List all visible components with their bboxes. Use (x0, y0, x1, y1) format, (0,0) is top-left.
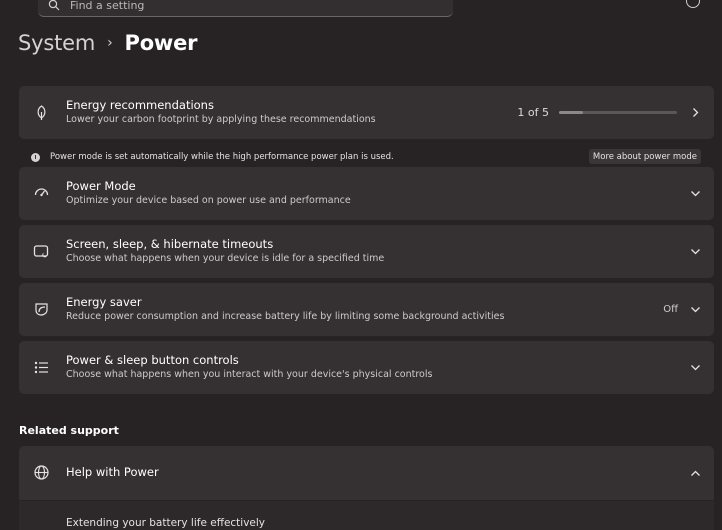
chevron-down-icon[interactable] (690, 246, 701, 257)
recommendations-progress-bar (559, 111, 677, 114)
screen-sleep-description: Choose what happens when your device is … (66, 253, 385, 264)
energy-recommendations-card[interactable]: Energy recommendations Lower your carbon… (19, 86, 714, 139)
page-title: Power (124, 31, 198, 55)
power-mode-card[interactable]: Power Mode Optimize your device based on… (19, 167, 714, 220)
button-controls-title: Power & sleep button controls (66, 353, 239, 367)
help-with-power-content: Extending your battery life effectively (19, 501, 714, 530)
list-icon (34, 361, 48, 374)
related-support-heading: Related support (19, 424, 119, 437)
search-input[interactable] (70, 0, 400, 12)
info-message: Power mode is set automatically while th… (50, 152, 394, 162)
energy-saver-card[interactable]: Energy saver Reduce power consumption an… (19, 283, 714, 336)
button-controls-card[interactable]: Power & sleep button controls Choose wha… (19, 341, 714, 394)
globe-icon (34, 465, 49, 480)
energy-saver-title: Energy saver (66, 295, 142, 309)
breadcrumb-separator: › (107, 35, 113, 51)
power-mode-title: Power Mode (66, 179, 136, 193)
recommendations-progress-fill (559, 111, 583, 114)
button-controls-description: Choose what happens when you interact wi… (66, 369, 433, 380)
info-icon (31, 152, 40, 162)
search-box[interactable] (38, 0, 453, 17)
account-icon[interactable] (686, 0, 700, 8)
power-mode-description: Optimize your device based on power use … (66, 195, 351, 206)
chevron-right-icon[interactable] (690, 107, 701, 118)
screen-sleep-card[interactable]: Screen, sleep, & hibernate timeouts Choo… (19, 225, 714, 278)
chevron-down-icon[interactable] (690, 188, 701, 199)
breadcrumb: System › Power (18, 31, 198, 55)
energy-saver-status: Off (663, 304, 678, 315)
energy-recommendations-title: Energy recommendations (66, 98, 214, 112)
search-icon (48, 0, 60, 11)
energy-saver-icon (35, 303, 48, 316)
power-mode-info: Power mode is set automatically while th… (19, 148, 714, 166)
breadcrumb-system[interactable]: System (18, 31, 95, 55)
power-mode-icon (34, 188, 49, 197)
screen-sleep-icon (33, 245, 49, 258)
chevron-down-icon[interactable] (690, 362, 701, 373)
energy-saver-description: Reduce power consumption and increase ba… (66, 311, 505, 322)
battery-life-link[interactable]: Extending your battery life effectively (66, 517, 265, 529)
help-with-power-card[interactable]: Help with Power (19, 446, 714, 500)
screen-sleep-title: Screen, sleep, & hibernate timeouts (66, 237, 274, 251)
more-about-power-mode-link[interactable]: More about power mode (588, 149, 701, 164)
chevron-up-icon[interactable] (690, 468, 701, 479)
recommendations-progress-label: 1 of 5 (517, 106, 549, 119)
leaf-icon (37, 105, 46, 120)
help-with-power-title: Help with Power (66, 465, 159, 479)
chevron-down-icon[interactable] (690, 304, 701, 315)
energy-recommendations-description: Lower your carbon footprint by applying … (66, 114, 376, 125)
